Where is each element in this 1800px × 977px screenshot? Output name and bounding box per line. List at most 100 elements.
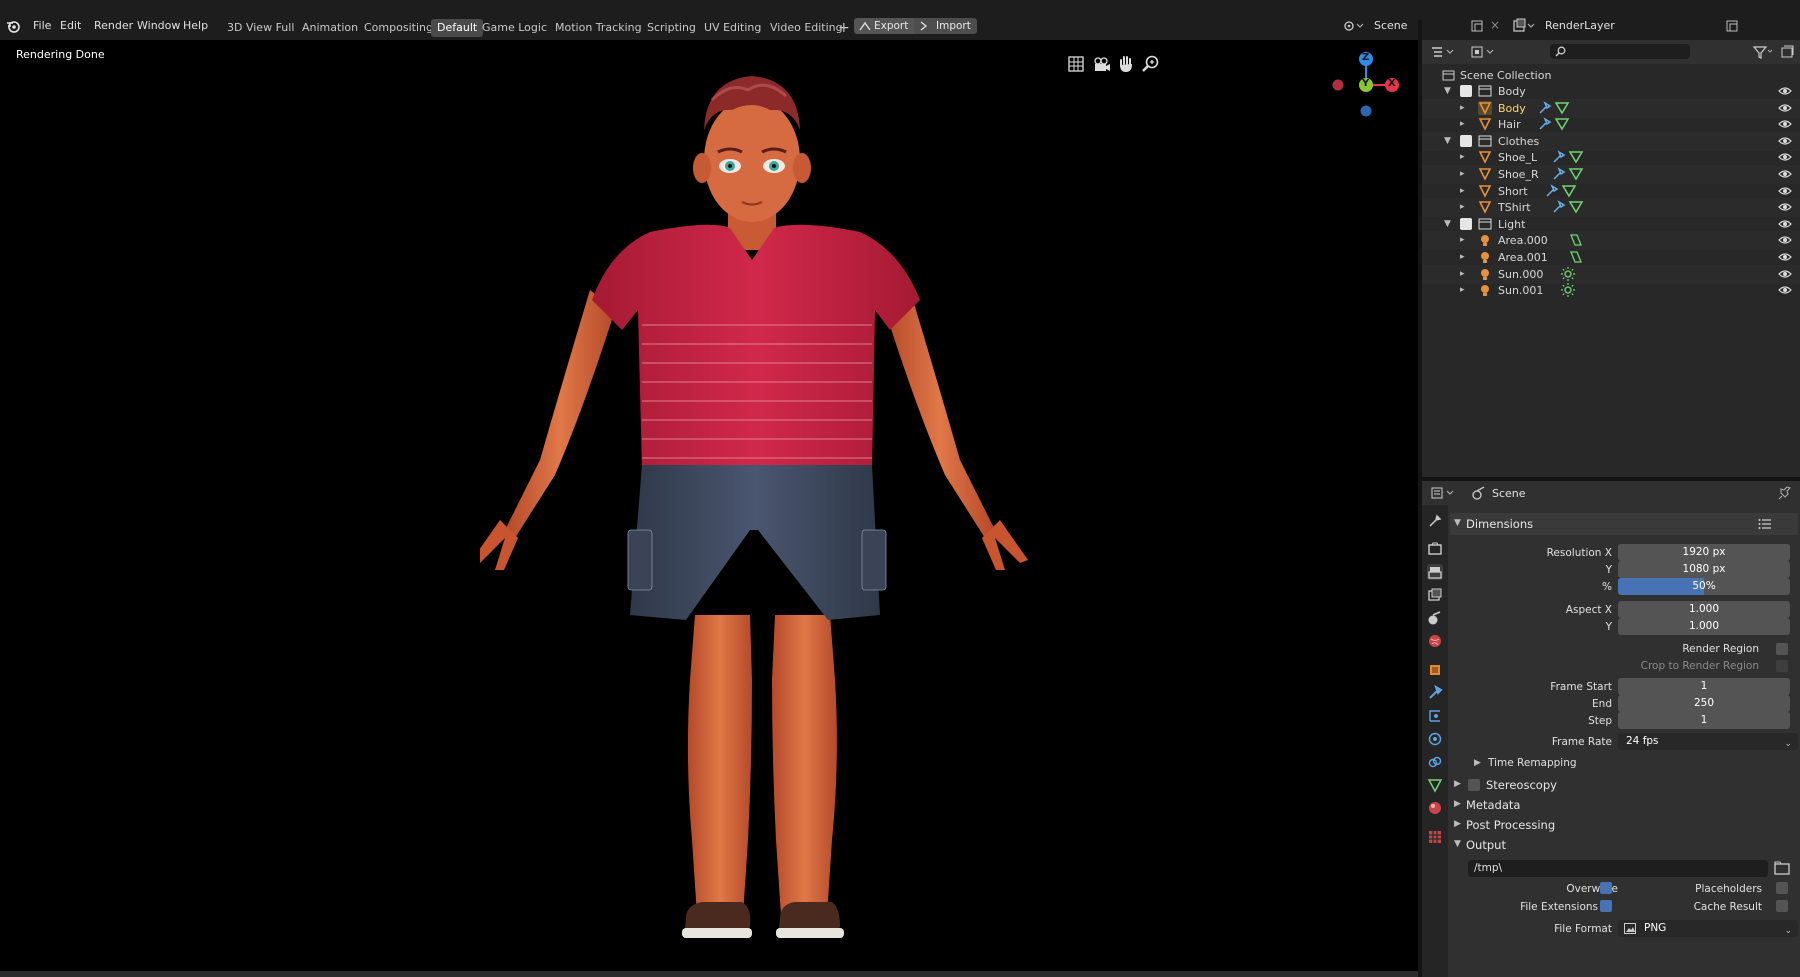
viewport-render[interactable]: Rendering Done Z Y X [0, 40, 1418, 977]
stereoscopy-panel-header[interactable]: ▶ Stereoscopy [1450, 774, 1798, 796]
camera-icon[interactable] [1091, 54, 1111, 74]
delete-scene-icon[interactable]: × [1490, 18, 1500, 32]
visibility-eye-icon[interactable] [1778, 202, 1792, 212]
new-render-layer-icon[interactable] [1725, 19, 1739, 33]
tab-compositing[interactable]: Compositing [358, 19, 439, 37]
object-tab-icon[interactable] [1427, 662, 1443, 678]
visibility-eye-icon[interactable] [1778, 252, 1792, 262]
outliner-search-input[interactable] [1550, 44, 1690, 59]
visibility-eye-icon[interactable] [1778, 103, 1792, 113]
time-remapping-subpanel[interactable]: ▶ Time Remapping [1474, 754, 1774, 772]
add-workspace-button[interactable]: + [832, 19, 856, 37]
tab-uv-editing[interactable]: UV Editing [698, 19, 767, 37]
disclosure-triangle-icon[interactable]: ▸ [1460, 252, 1465, 262]
render-region-checkbox[interactable] [1776, 643, 1788, 655]
dimensions-panel-header[interactable]: ▼ Dimensions [1450, 513, 1798, 535]
texture-tab-icon[interactable] [1427, 829, 1443, 845]
visibility-eye-icon[interactable] [1778, 86, 1792, 96]
resolution-percent-slider[interactable]: 50% [1618, 578, 1790, 595]
file-format-dropdown[interactable]: PNG ⌄ [1618, 920, 1798, 937]
disclosure-triangle-icon[interactable]: ▼ [1444, 86, 1451, 96]
outliner-object-row[interactable]: ▸ Sun.001 [1422, 281, 1800, 300]
cache-result-checkbox[interactable] [1776, 900, 1788, 912]
zoom-icon[interactable] [1141, 54, 1161, 74]
folder-icon[interactable] [1774, 861, 1790, 876]
visibility-eye-icon[interactable] [1778, 152, 1792, 162]
aspect-y-field[interactable]: 1.000 [1618, 618, 1790, 635]
menu-file[interactable]: File [33, 19, 51, 33]
output-path-input[interactable]: /tmp\ [1468, 860, 1768, 877]
visibility-eye-icon[interactable] [1778, 119, 1792, 129]
disclosure-triangle-icon[interactable]: ▸ [1460, 269, 1465, 279]
stereoscopy-checkbox[interactable] [1468, 779, 1480, 791]
file-extensions-checkbox[interactable] [1600, 900, 1612, 912]
visibility-eye-icon[interactable] [1778, 136, 1792, 146]
visibility-eye-icon[interactable] [1778, 169, 1792, 179]
post-processing-panel-header[interactable]: ▶ Post Processing [1450, 814, 1798, 836]
world-tab-icon[interactable] [1427, 633, 1443, 649]
editor-type-icon[interactable] [1430, 45, 1456, 59]
scene-browse-icon[interactable] [1342, 18, 1364, 34]
disclosure-triangle-icon[interactable]: ▸ [1460, 169, 1465, 179]
modifier-and-data-icons[interactable] [1538, 117, 1572, 131]
overwrite-checkbox[interactable] [1600, 882, 1612, 894]
resolution-y-field[interactable]: 1080 px [1618, 561, 1790, 578]
output-panel-header[interactable]: ▼ Output [1450, 834, 1798, 856]
menu-edit[interactable]: Edit [60, 19, 81, 33]
material-tab-icon[interactable] [1427, 800, 1443, 816]
data-tab-icon[interactable] [1427, 777, 1443, 793]
area-light-data-icon[interactable] [1565, 250, 1599, 264]
placeholders-checkbox[interactable] [1776, 882, 1788, 894]
disclosure-triangle-icon[interactable]: ▸ [1460, 235, 1465, 245]
aspect-x-field[interactable]: 1.000 [1618, 601, 1790, 618]
tab-scripting[interactable]: Scripting [641, 19, 702, 37]
collection-enable-checkbox[interactable] [1460, 85, 1472, 97]
visibility-eye-icon[interactable] [1778, 186, 1792, 196]
frame-rate-dropdown[interactable]: 24 fps ⌄ [1618, 733, 1798, 750]
tab-game-logic[interactable]: Game Logic [476, 19, 553, 37]
collection-enable-checkbox[interactable] [1460, 134, 1472, 147]
constraints-tab-icon[interactable] [1427, 754, 1443, 770]
grid-icon[interactable] [1066, 54, 1086, 74]
render-layer-name-field[interactable]: RenderLayer [1545, 18, 1615, 34]
modifier-and-data-icons[interactable] [1552, 200, 1586, 214]
new-collection-icon[interactable] [1780, 45, 1794, 59]
hand-icon[interactable] [1116, 54, 1136, 74]
modifier-and-data-icons[interactable] [1538, 100, 1572, 115]
disclosure-triangle-icon[interactable]: ▸ [1460, 285, 1465, 295]
disclosure-triangle-icon[interactable]: ▼ [1444, 219, 1451, 229]
frame-start-field[interactable]: 1 [1618, 678, 1790, 695]
scene-name-field[interactable]: Scene [1374, 18, 1408, 34]
tool-tab-icon[interactable] [1427, 513, 1443, 529]
menu-window[interactable]: Window [137, 19, 180, 33]
disclosure-triangle-icon[interactable]: ▸ [1460, 152, 1465, 162]
pin-icon[interactable] [1778, 486, 1792, 500]
new-scene-icon[interactable] [1470, 19, 1484, 33]
area-light-data-icon[interactable] [1565, 233, 1599, 247]
frame-end-field[interactable]: 250 [1618, 695, 1790, 712]
presets-icon[interactable] [1758, 517, 1772, 531]
disclosure-triangle-icon[interactable]: ▸ [1460, 119, 1465, 129]
visibility-eye-icon[interactable] [1778, 219, 1792, 229]
resolution-x-field[interactable]: 1920 px [1618, 544, 1790, 561]
tab-3d-view-full[interactable]: 3D View Full [221, 19, 300, 37]
frame-step-field[interactable]: 1 [1618, 712, 1790, 729]
menu-render[interactable]: Render [94, 19, 133, 33]
visibility-eye-icon[interactable] [1778, 269, 1792, 279]
properties-editor-type-icon[interactable] [1430, 486, 1456, 500]
tab-animation[interactable]: Animation [296, 19, 364, 37]
modifier-and-data-icons[interactable] [1552, 150, 1586, 164]
render-layer-browse-icon[interactable] [1512, 18, 1536, 34]
disclosure-triangle-icon[interactable]: ▸ [1460, 202, 1465, 212]
visibility-eye-icon[interactable] [1778, 235, 1792, 245]
modifier-and-data-icons[interactable] [1545, 183, 1579, 198]
tab-motion-tracking[interactable]: Motion Tracking [549, 19, 648, 37]
blender-logo-icon[interactable] [6, 19, 20, 33]
disclosure-triangle-icon[interactable]: ▸ [1460, 186, 1465, 196]
disclosure-triangle-icon[interactable]: ▸ [1460, 103, 1465, 113]
collection-enable-checkbox[interactable] [1460, 217, 1472, 230]
sun-light-data-icon[interactable] [1558, 283, 1592, 298]
modifier-and-data-icons[interactable] [1552, 167, 1586, 181]
crop-region-checkbox[interactable] [1776, 660, 1788, 672]
display-mode-icon[interactable] [1470, 45, 1496, 59]
